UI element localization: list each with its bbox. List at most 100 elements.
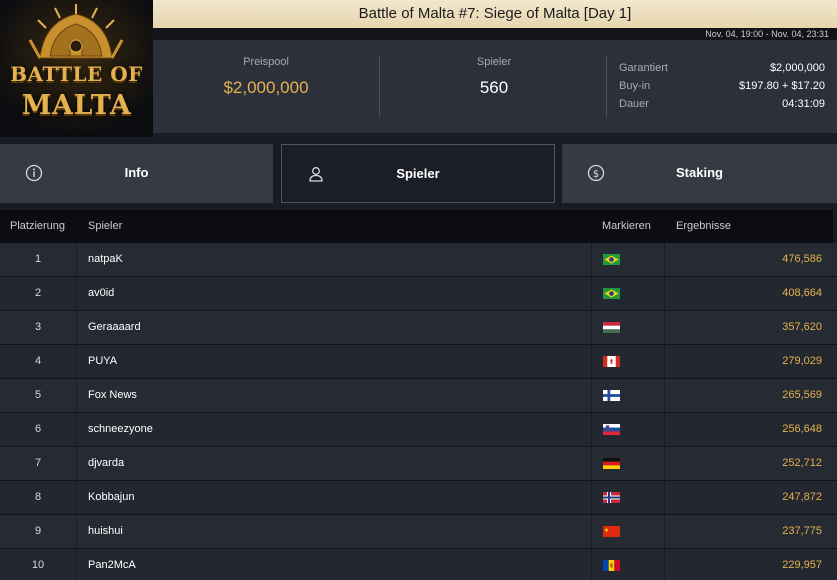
player-header[interactable]: Spieler xyxy=(88,220,122,232)
table-row[interactable]: 8 Kobbajun 247,872 xyxy=(0,481,837,515)
cell-divider xyxy=(664,243,665,276)
result-value: 256,648 xyxy=(782,423,822,435)
result-value: 357,620 xyxy=(782,321,822,333)
tab-players[interactable]: Spieler xyxy=(281,144,555,203)
table-row[interactable]: 3 Geraaaard 357,620 xyxy=(0,311,837,345)
rank-cell: 3 xyxy=(34,321,42,333)
player-name[interactable]: Pan2McA xyxy=(88,549,136,580)
player-name[interactable]: huishui xyxy=(88,515,123,548)
tournament-title: Battle of Malta #7: Siege of Malta [Day … xyxy=(358,5,632,22)
cell-divider xyxy=(591,277,592,310)
result-header[interactable]: Ergebnisse xyxy=(676,220,731,232)
rank-cell: 4 xyxy=(34,355,42,367)
cell-divider xyxy=(664,345,665,378)
finland-flag-icon xyxy=(603,390,620,401)
rank-cell: 10 xyxy=(31,559,45,571)
cell-divider xyxy=(664,515,665,548)
brazil-flag-icon xyxy=(603,254,620,265)
flag-header[interactable]: Markieren xyxy=(602,220,651,232)
cell-divider xyxy=(591,379,592,412)
details-list: Garantiert $2,000,000 Buy-in $197.80 + $… xyxy=(619,62,825,116)
player-name[interactable]: schneezyone xyxy=(88,413,153,446)
player-name[interactable]: natpaK xyxy=(88,243,123,276)
rank-cell: 1 xyxy=(34,253,42,265)
cell-divider xyxy=(76,515,77,548)
rank-cell: 7 xyxy=(34,457,42,469)
germany-flag-icon xyxy=(603,458,620,469)
china-flag-icon xyxy=(603,526,620,537)
rank-cell: 9 xyxy=(34,525,42,537)
table-header: Platzierung Spieler Markieren Ergebnisse xyxy=(0,210,833,243)
player-name[interactable]: Kobbajun xyxy=(88,481,135,514)
player-name[interactable]: PUYA xyxy=(88,345,117,378)
results-table: 1 natpaK 476,586 2 av0id 408,664 3 Geraaaard 357… xyxy=(0,243,837,580)
players-value: 560 xyxy=(479,78,509,97)
player-name[interactable]: djvarda xyxy=(88,447,124,480)
result-value: 247,872 xyxy=(782,491,822,503)
rank-cell: 8 xyxy=(34,491,42,503)
detail-value: $2,000,000 xyxy=(769,62,825,74)
stats-panel: Preispool $2,000,000 Spieler 560 Garanti… xyxy=(153,40,837,133)
rank-cell: 2 xyxy=(34,287,42,299)
cell-divider xyxy=(591,311,592,344)
cell-divider xyxy=(591,481,592,514)
canada-flag-icon xyxy=(603,356,620,367)
cell-divider xyxy=(664,379,665,412)
cell-divider xyxy=(76,481,77,514)
result-value: 252,712 xyxy=(782,457,822,469)
cell-divider xyxy=(664,549,665,580)
cell-divider xyxy=(591,345,592,378)
cell-divider xyxy=(76,447,77,480)
player-name[interactable]: Fox News xyxy=(88,379,137,412)
tab-bar: Info Spieler $ Staking xyxy=(0,144,837,203)
tab-info[interactable]: Info xyxy=(0,144,273,203)
result-value: 265,569 xyxy=(782,389,822,401)
moldova-flag-icon xyxy=(603,560,620,571)
result-value: 279,029 xyxy=(782,355,822,367)
cell-divider xyxy=(591,549,592,580)
tab-label: Staking xyxy=(676,165,723,180)
hungary-flag-icon xyxy=(603,322,620,333)
cell-divider xyxy=(664,311,665,344)
player-name[interactable]: Geraaaard xyxy=(88,311,141,344)
table-row[interactable]: 6 schneezyone 256,648 xyxy=(0,413,837,447)
result-value: 229,957 xyxy=(782,559,822,571)
table-row[interactable]: 5 Fox News 265,569 xyxy=(0,379,837,413)
table-row[interactable]: 7 djvarda 252,712 xyxy=(0,447,837,481)
table-row[interactable]: 2 av0id 408,664 xyxy=(0,277,837,311)
divider xyxy=(379,56,380,117)
prize-pool-stat: Preispool $2,000,000 xyxy=(183,56,349,98)
prize-pool-label: Preispool xyxy=(243,56,289,68)
divider xyxy=(606,56,607,117)
detail-buy-in: Buy-in $197.80 + $17.20 xyxy=(619,80,825,98)
rank-header[interactable]: Platzierung xyxy=(10,220,65,232)
table-row[interactable]: 9 huishui 237,775 xyxy=(0,515,837,549)
cell-divider xyxy=(591,447,592,480)
player-name[interactable]: av0id xyxy=(88,277,114,310)
rank-cell: 5 xyxy=(34,389,42,401)
cell-divider xyxy=(591,515,592,548)
cell-divider xyxy=(76,413,77,446)
tab-staking[interactable]: $ Staking xyxy=(562,144,837,203)
cell-divider xyxy=(76,549,77,580)
cell-divider xyxy=(76,311,77,344)
cell-divider xyxy=(591,243,592,276)
detail-guaranteed: Garantiert $2,000,000 xyxy=(619,62,825,80)
tournament-logo: BATTLE OF MALTA xyxy=(0,0,153,137)
date-bar: Nov. 04, 19:00 - Nov. 04, 23:31 xyxy=(153,28,837,40)
rank-cell: 6 xyxy=(34,423,42,435)
table-row[interactable]: 10 Pan2McA 229,957 xyxy=(0,549,837,580)
cell-divider xyxy=(664,277,665,310)
players-label: Spieler xyxy=(476,56,512,68)
table-row[interactable]: 4 PUYA 279,029 xyxy=(0,345,837,379)
result-value: 476,586 xyxy=(782,253,822,265)
cell-divider xyxy=(591,413,592,446)
cell-divider xyxy=(76,277,77,310)
logo-line-2: MALTA xyxy=(21,90,132,121)
cell-divider xyxy=(664,413,665,446)
table-row[interactable]: 1 natpaK 476,586 xyxy=(0,243,837,277)
brazil-flag-icon xyxy=(603,288,620,299)
title-bar: Battle of Malta #7: Siege of Malta [Day … xyxy=(153,0,837,28)
players-stat: Spieler 560 xyxy=(408,56,580,98)
detail-key: Dauer xyxy=(619,98,649,110)
